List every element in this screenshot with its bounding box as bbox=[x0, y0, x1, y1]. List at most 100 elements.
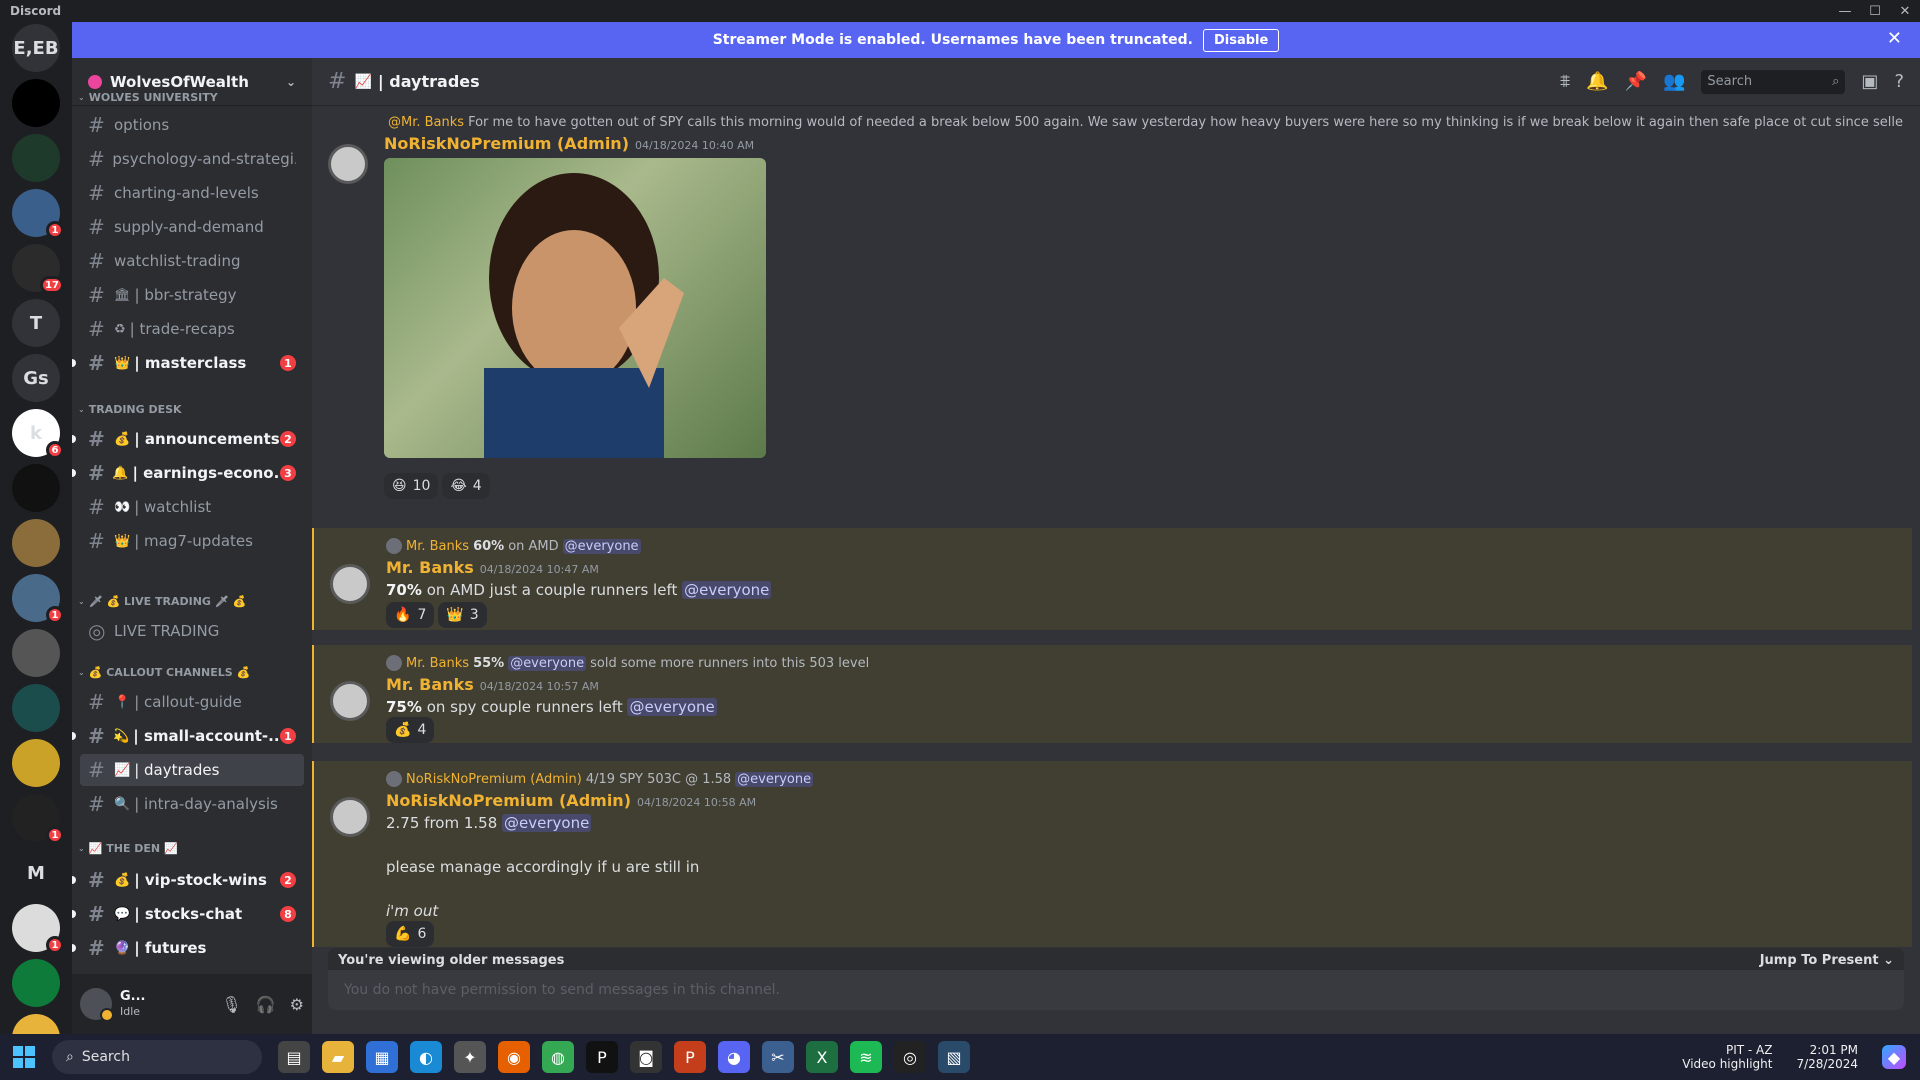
server-icon[interactable]: T bbox=[12, 299, 60, 347]
weather-widget[interactable]: PIT - AZ Video highlight bbox=[1682, 1043, 1772, 1071]
server-icon[interactable]: 1 bbox=[12, 574, 64, 624]
channel-item[interactable]: # charting-and-levels bbox=[80, 177, 304, 209]
reply-preview[interactable]: NoRiskNoPremium (Admin) 4/19 SPY 503C @ … bbox=[386, 771, 814, 787]
server-icon[interactable]: E,EB bbox=[12, 24, 60, 72]
mention[interactable]: @everyone bbox=[502, 814, 592, 832]
channel-item[interactable]: # ♻ | trade-recaps bbox=[80, 313, 304, 345]
discord-icon[interactable]: ◕ bbox=[718, 1041, 750, 1073]
spotify-icon[interactable]: ≋ bbox=[850, 1041, 882, 1073]
taskbar-search[interactable]: ⌕ Search bbox=[52, 1040, 262, 1074]
jump-to-present-button[interactable]: Jump To Present ⌄ bbox=[1760, 953, 1894, 968]
channel-item[interactable]: # 💰 | vip-stock-wins 2 bbox=[72, 864, 304, 896]
server-icon[interactable]: k6 bbox=[12, 409, 64, 459]
category-header[interactable]: ⌄ TRADING DESK bbox=[72, 403, 190, 416]
reaction[interactable]: 😂 4 bbox=[442, 473, 490, 499]
server-icon[interactable]: Gs bbox=[12, 354, 60, 402]
server-icon[interactable] bbox=[12, 684, 60, 732]
author-name[interactable]: NoRiskNoPremium (Admin) bbox=[386, 791, 631, 810]
avatar[interactable] bbox=[330, 797, 370, 837]
server-icon[interactable] bbox=[12, 464, 60, 512]
copilot-icon[interactable]: ◆ bbox=[1882, 1045, 1906, 1069]
app-icon[interactable]: ◙ bbox=[630, 1041, 662, 1073]
gif-attachment[interactable] bbox=[384, 158, 766, 458]
channel-item[interactable]: ◎ LIVE TRADING bbox=[80, 615, 304, 647]
channel-item[interactable]: # 👑 | masterclass 1 bbox=[72, 347, 304, 379]
server-icon[interactable]: 17 bbox=[12, 244, 64, 294]
server-icon[interactable] bbox=[12, 739, 60, 787]
author-name[interactable]: Mr. Banks bbox=[386, 675, 474, 694]
members-icon[interactable]: 👥 bbox=[1663, 71, 1685, 92]
channel-item[interactable]: # 📈 | daytrades bbox=[80, 754, 304, 786]
close-window-icon[interactable]: ✕ bbox=[1890, 0, 1920, 22]
channel-item[interactable]: # 🔍 | intra-day-analysis bbox=[80, 788, 304, 820]
task-view-icon[interactable]: ▤ bbox=[278, 1041, 310, 1073]
file-explorer-icon[interactable]: ▰ bbox=[322, 1041, 354, 1073]
avatar[interactable] bbox=[330, 564, 370, 604]
help-icon[interactable]: ? bbox=[1894, 71, 1904, 92]
channel-item[interactable]: # watchlist-trading bbox=[80, 245, 304, 277]
channel-item[interactable]: # supply-and-demand bbox=[80, 211, 304, 243]
reply-preview[interactable]: Mr. Banks 55% @everyone sold some more r… bbox=[386, 655, 869, 671]
edge-icon[interactable]: ◐ bbox=[410, 1041, 442, 1073]
server-icon[interactable]: M bbox=[12, 849, 60, 897]
bell-icon[interactable]: 🔔 bbox=[1586, 71, 1608, 92]
disable-streamer-button[interactable]: Disable bbox=[1202, 28, 1280, 52]
avatar[interactable] bbox=[330, 681, 370, 721]
reaction[interactable]: 🔥 7 bbox=[386, 602, 435, 628]
powerpoint-icon[interactable]: P bbox=[674, 1041, 706, 1073]
server-icon[interactable] bbox=[12, 959, 60, 1007]
server-icon[interactable]: 1 bbox=[12, 794, 64, 844]
category-header[interactable]: ⌄ 💰 CALLOUT CHANNELS 💰 bbox=[72, 666, 258, 679]
category-header[interactable]: ⌄ WOLVES UNIVERSITY bbox=[72, 91, 226, 104]
store-icon[interactable]: ▦ bbox=[366, 1041, 398, 1073]
server-icon[interactable] bbox=[12, 519, 60, 567]
server-icon[interactable] bbox=[12, 1014, 60, 1034]
channel-item[interactable]: # 🔮 | futures bbox=[72, 932, 304, 964]
mention[interactable]: @everyone bbox=[627, 698, 717, 716]
close-banner-icon[interactable]: ✕ bbox=[1887, 28, 1902, 49]
app-icon[interactable]: ◎ bbox=[894, 1041, 926, 1073]
author-name[interactable]: Mr. Banks bbox=[386, 558, 474, 577]
reaction[interactable]: 💰 4 bbox=[386, 717, 435, 743]
mention[interactable]: @everyone bbox=[562, 538, 641, 554]
mention[interactable]: @everyone bbox=[735, 771, 814, 787]
microphone-icon[interactable]: 🎙 bbox=[221, 995, 241, 1014]
reply-preview[interactable]: @Mr. Banks For me to have gotten out of … bbox=[384, 114, 1904, 130]
reaction[interactable]: 😆 10 bbox=[384, 473, 439, 499]
pin-icon[interactable]: 📌 bbox=[1625, 71, 1647, 92]
channel-item[interactable]: # 🔔 | earnings-econo... 3 bbox=[72, 457, 304, 489]
category-header[interactable]: ⌄ 🗡 💰 LIVE TRADING 🗡 💰 bbox=[72, 595, 254, 608]
app-icon[interactable]: ✦ bbox=[454, 1041, 486, 1073]
inbox-icon[interactable]: ▣ bbox=[1861, 71, 1878, 92]
avatar[interactable] bbox=[328, 144, 368, 184]
server-icon[interactable] bbox=[12, 79, 60, 127]
gear-icon[interactable]: ⚙ bbox=[290, 995, 304, 1014]
channel-item[interactable]: # 📍 | callout-guide bbox=[80, 686, 304, 718]
excel-icon[interactable]: X bbox=[806, 1041, 838, 1073]
author-name[interactable]: NoRiskNoPremium (Admin) bbox=[384, 134, 629, 153]
channel-item[interactable]: # 👑 | mag7-updates bbox=[80, 525, 304, 557]
snipping-icon[interactable]: ✂ bbox=[762, 1041, 794, 1073]
channel-item[interactable]: # options bbox=[80, 109, 304, 141]
threads-icon[interactable]: ⩨ bbox=[1560, 71, 1570, 92]
channel-item[interactable]: # 🏛 | bbr-strategy bbox=[80, 279, 304, 311]
maximize-icon[interactable]: ☐ bbox=[1860, 0, 1890, 22]
clock[interactable]: 2:01 PM 7/28/2024 bbox=[1796, 1043, 1858, 1071]
channel-item[interactable]: # 👀 | watchlist bbox=[80, 491, 304, 523]
minimize-icon[interactable]: — bbox=[1830, 0, 1860, 22]
channel-item[interactable]: # 💬 | stocks-chat 8 bbox=[72, 898, 304, 930]
reaction[interactable]: 👑 3 bbox=[438, 602, 487, 628]
search-input[interactable]: Search ⌕ bbox=[1701, 69, 1846, 94]
mention[interactable]: @everyone bbox=[508, 655, 587, 671]
reaction[interactable]: 💪 6 bbox=[386, 921, 435, 947]
mention[interactable]: @everyone bbox=[682, 581, 772, 599]
headphones-icon[interactable]: 🎧 bbox=[256, 995, 276, 1014]
reply-preview[interactable]: Mr. Banks 60% on AMD @everyone bbox=[386, 538, 641, 554]
pycharm-icon[interactable]: P bbox=[586, 1041, 618, 1073]
channel-item[interactable]: # psychology-and-strategi... bbox=[80, 143, 304, 175]
server-icon[interactable] bbox=[12, 134, 60, 182]
channel-item[interactable]: # 💰 | announcements 2 bbox=[72, 423, 304, 455]
server-icon[interactable]: 1 bbox=[12, 189, 64, 239]
chrome-icon[interactable]: ◍ bbox=[542, 1041, 574, 1073]
firefox-icon[interactable]: ◉ bbox=[498, 1041, 530, 1073]
